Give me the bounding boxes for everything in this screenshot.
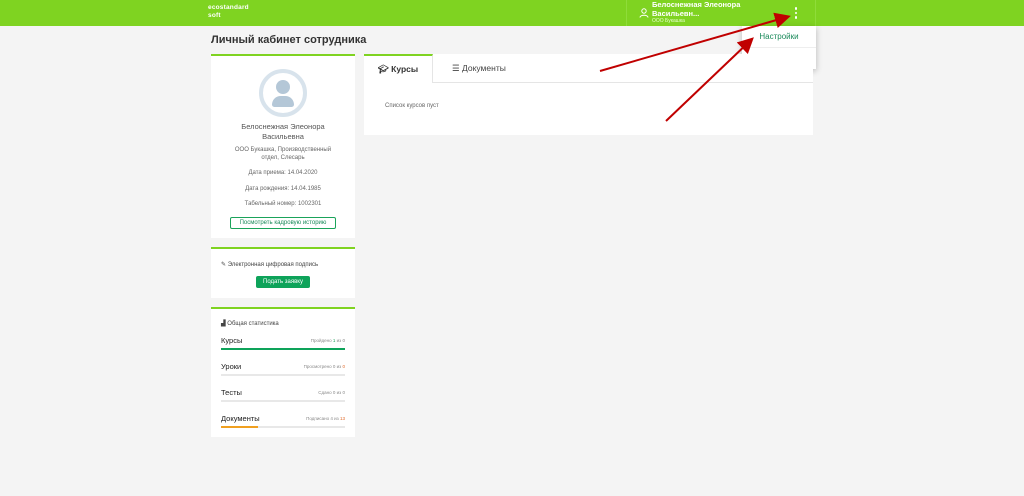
employee-position: ООО Букашка, Производственный отдел, Сле… [234,147,332,161]
stat-meta: Пройдено 1 из 0 [310,338,345,343]
statistics-label: Общая статистика [227,321,279,327]
stat-label: Тесты [221,388,242,397]
employee-name: Белоснежная Элеонора Васильевна [241,122,325,141]
statistics-card: ▟ Общая статистика Курсы Пройдено 1 из 0… [211,307,355,437]
tab-courses[interactable]: 🎓︎ Курсы [364,54,434,83]
top-bar: ecostandard soft Белоснежная Элеонора Ва… [0,0,1024,26]
chart-icon: ▟ [221,321,226,327]
progress-bar [221,400,345,402]
digital-signature-title: ✎ Электронная цифровая подпись [221,261,318,268]
progress-bar [221,374,345,376]
stat-meta: Сдано 0 из 0 [318,390,345,395]
more-vertical-icon[interactable] [793,7,799,21]
avatar [259,69,307,117]
progress-bar [221,348,345,350]
stat-label: Документы [221,414,260,423]
tab-courses-label: Курсы [391,64,419,74]
stat-meta: Просмотрено 0 из 0 [303,364,345,369]
user-name: Белоснежная Элеонора Васильевн... [652,0,741,18]
profile-card: Белоснежная Элеонора Васильевна ООО Бука… [211,54,355,238]
logo-line-1: ecostandard [208,4,249,11]
graduation-cap-icon: 🎓︎ [378,64,389,74]
tab-number: Табельный номер: 1002301 [244,201,322,207]
view-hr-history-button[interactable]: Посмотреть кадровую историю [230,217,336,229]
stat-label: Курсы [221,336,243,345]
edit-icon: ✎ [221,262,227,268]
submit-request-button[interactable]: Подать заявку [256,276,310,288]
hire-date: Дата приема: 14.04.2020 [248,170,318,176]
user-icon [639,8,649,18]
stat-meta: Подписано 4 из 13 [306,416,345,421]
page-title: Личный кабинет сотрудника [211,34,367,46]
menu-item-settings[interactable]: Настройки [742,26,816,47]
tab-bar: 🎓︎ Курсы ☰ Документы [364,54,813,83]
stat-label: Уроки [221,362,242,371]
user-menu[interactable]: Белоснежная Элеонора Васильевн... ООО Бу… [626,0,816,26]
list-icon: ☰ [452,63,460,73]
logo[interactable]: ecostandard soft [208,4,249,20]
user-organization: ООО Букашка [652,18,685,24]
birth-date: Дата рождения: 14.04.1985 [245,186,321,192]
statistics-title: ▟ Общая статистика [221,320,279,327]
digital-signature-label: Электронная цифровая подпись [227,262,319,268]
progress-bar [221,426,345,428]
tab-documents-label: Документы [462,63,506,73]
empty-courses-message: Список курсов пуст [385,103,439,109]
tab-documents[interactable]: ☰ Документы [438,54,520,83]
digital-signature-card: ✎ Электронная цифровая подпись Подать за… [211,247,355,298]
content-panel: 🎓︎ Курсы ☰ Документы Список курсов пуст [364,54,813,135]
logo-line-2: soft [208,12,221,19]
